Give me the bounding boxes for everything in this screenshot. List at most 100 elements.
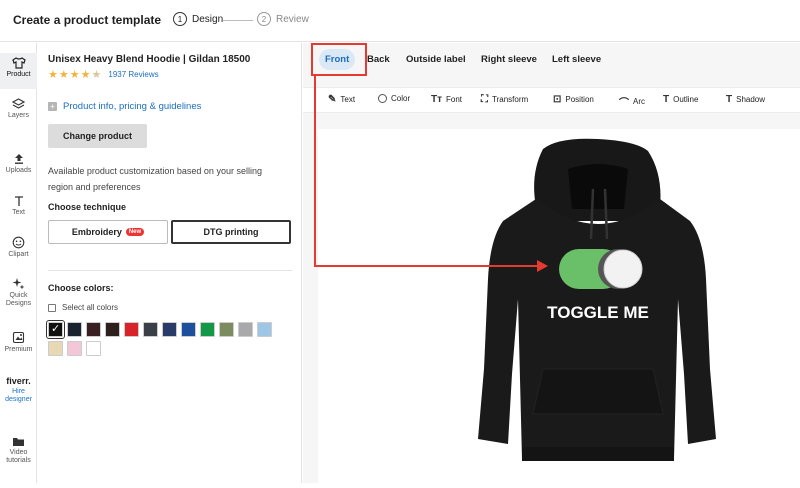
tab-right-sleeve[interactable]: Right sleeve (481, 54, 537, 65)
rail-label: Quick Designs (5, 292, 32, 307)
product-name: Unisex Heavy Blend Hoodie | Gildan 18500 (48, 54, 251, 65)
view-tabs: Front Back Outside label Right sleeve Le… (303, 43, 800, 77)
transform-icon: ⛶ (481, 94, 488, 105)
hoodie-waistband (522, 447, 674, 461)
color-circle-icon (378, 94, 387, 103)
color-swatch[interactable] (124, 322, 139, 337)
tool-rail: Product Layers Uploads Text Clipart Quic… (0, 43, 37, 483)
product-info-link[interactable]: + Product info, pricing & guidelines (48, 101, 201, 112)
rail-item-clipart[interactable]: Clipart (0, 236, 37, 259)
rail-item-text[interactable]: Text (0, 195, 37, 217)
dtg-printing-button[interactable]: DTG printing (171, 220, 291, 244)
upload-icon (14, 154, 23, 164)
step-number: 1 (173, 12, 187, 26)
position-icon: ⊡ (553, 94, 562, 105)
technique-heading: Choose technique (48, 202, 127, 212)
technique-label: DTG printing (203, 227, 259, 237)
tool-label: Transform (492, 95, 529, 104)
star-icon: ★ (69, 69, 80, 81)
tool-label: Position (565, 95, 594, 104)
rail-label: Hire designer (5, 388, 32, 403)
rail-label: Text (12, 209, 25, 216)
check-icon: ✓ (51, 323, 61, 335)
color-swatch[interactable] (67, 322, 82, 337)
color-swatch[interactable] (162, 322, 177, 337)
rail-item-quick-designs[interactable]: Quick Designs (0, 277, 37, 308)
tab-left-sleeve[interactable]: Left sleeve (552, 54, 601, 65)
rail-item-uploads[interactable]: Uploads (0, 153, 37, 175)
sparkle-icon (12, 278, 25, 290)
select-all-label: Select all colors (62, 303, 119, 312)
tool-text[interactable]: ✎ Text (328, 94, 355, 105)
design-area: Front Back Outside label Right sleeve Le… (303, 43, 800, 483)
new-badge: New (125, 228, 145, 236)
color-swatch[interactable] (86, 322, 101, 337)
outline-icon: T (663, 94, 670, 105)
toggle-knob (603, 249, 643, 289)
step-label: Review (276, 13, 309, 25)
tshirt-icon (11, 57, 26, 69)
color-swatch[interactable] (219, 322, 234, 337)
tool-transform[interactable]: ⛶ Transform (481, 94, 528, 105)
font-icon: Tт (431, 94, 443, 105)
design-text: TOGGLE ME (547, 303, 649, 322)
color-swatch[interactable] (86, 341, 101, 356)
tool-label: Shadow (736, 95, 766, 104)
rail-label: Clipart (8, 251, 29, 258)
rail-label: Premium (4, 346, 33, 353)
divider (48, 270, 292, 271)
rating-stars: ★ ★ ★ ★ ★ 1937 Reviews (48, 68, 159, 81)
arc-icon: ⌒ (619, 98, 629, 109)
tab-outside-label[interactable]: Outside label (406, 54, 466, 65)
tab-back[interactable]: Back (367, 54, 390, 65)
rail-label: Uploads (5, 167, 32, 174)
tool-label: Font (446, 95, 463, 104)
product-info-label: Product info, pricing & guidelines (63, 101, 202, 112)
tool-label: Arc (633, 97, 645, 106)
change-product-button[interactable]: Change product (48, 124, 147, 148)
color-swatch[interactable] (143, 322, 158, 337)
select-all-checkbox[interactable] (48, 303, 56, 312)
rail-label: Product (6, 71, 31, 78)
tool-shadow[interactable]: T Shadow (726, 94, 765, 105)
color-swatch[interactable] (67, 341, 82, 356)
select-all-colors[interactable]: Select all colors (48, 303, 118, 312)
step-number: 2 (257, 12, 271, 26)
step-connector (223, 20, 253, 21)
smiley-icon (12, 236, 25, 249)
hoodie-body (478, 199, 716, 459)
tool-arc[interactable]: ⌒ Arc (619, 94, 645, 109)
tool-label: Outline (673, 95, 699, 104)
color-swatch[interactable] (257, 322, 272, 337)
color-swatch[interactable] (238, 322, 253, 337)
color-swatch[interactable] (48, 341, 63, 356)
rail-item-layers[interactable]: Layers (0, 98, 37, 120)
color-swatch[interactable] (200, 322, 215, 337)
plus-icon: + (48, 102, 57, 111)
reviews-link[interactable]: 1937 Reviews (108, 70, 158, 79)
rail-item-video-tutorials[interactable]: Video tutorials (0, 436, 37, 465)
tool-font[interactable]: Tт Font (431, 94, 462, 105)
color-swatch[interactable]: ✓ (46, 320, 65, 339)
tool-outline[interactable]: T Outline (663, 94, 698, 105)
text-toolbar: ✎ Text Color Tт Font ⛶ Transform ⊡ Posit… (303, 87, 800, 113)
tool-position[interactable]: ⊡ Position (553, 94, 594, 105)
top-bar: Create a product template 1 Design 2 Rev… (0, 0, 800, 42)
rail-item-premium[interactable]: Premium (0, 331, 37, 354)
rail-item-hire-designer[interactable]: fiverr. Hire designer (0, 377, 37, 404)
folder-icon (13, 438, 24, 446)
step-review[interactable]: 2 Review (257, 12, 309, 26)
embroidery-button[interactable]: Embroidery New (48, 220, 168, 244)
product-canvas[interactable]: TOGGLE ME (318, 129, 800, 483)
front-tab-highlight (311, 43, 367, 76)
fiverr-logo: fiverr. (6, 376, 31, 386)
tool-color[interactable]: Color (378, 94, 410, 103)
half-star-icon: ★ (91, 69, 102, 81)
rail-label: Video tutorials (6, 449, 31, 464)
color-swatches: ✓ (46, 320, 288, 360)
color-swatch[interactable] (181, 322, 196, 337)
customization-description: Available product customization based on… (48, 166, 262, 192)
rail-item-product[interactable]: Product (0, 53, 37, 89)
color-swatch[interactable] (105, 322, 120, 337)
step-design[interactable]: 1 Design (173, 12, 223, 26)
